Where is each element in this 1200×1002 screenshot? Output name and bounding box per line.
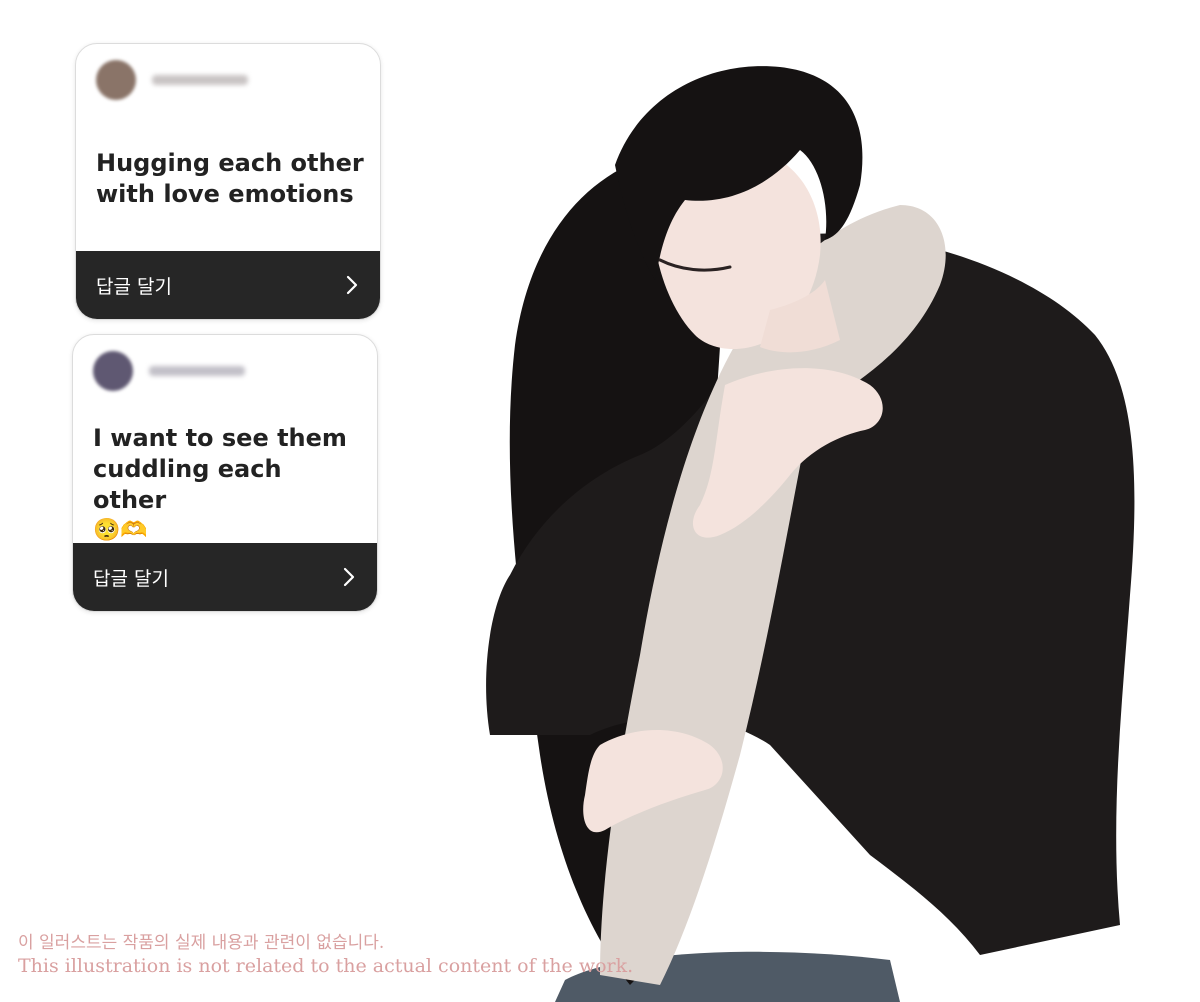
chevron-right-icon (346, 275, 358, 295)
comment-message: I want to see them cuddling each other (93, 424, 347, 514)
reply-label: 답글 달기 (93, 567, 169, 590)
caption-english: This illustration is not related to the … (18, 955, 634, 977)
reply-button[interactable]: 답글 달기 (73, 543, 377, 611)
comment-text: Hugging each other with love emotions (96, 149, 364, 208)
comment-card-2: I want to see them cuddling each other 🥺… (72, 334, 378, 612)
comment-text: I want to see them cuddling each other 🥺… (93, 423, 363, 546)
emoji-reaction: 🥺🫶 (93, 518, 148, 543)
hugging-couple-illustration (486, 66, 1135, 1002)
chevron-right-icon (343, 567, 355, 587)
caption-korean: 이 일러스트는 작품의 실제 내용과 관련이 없습니다. (18, 933, 385, 953)
reply-button[interactable]: 답글 달기 (76, 251, 380, 319)
reply-label: 답글 달기 (96, 275, 172, 298)
avatar (93, 351, 133, 391)
username-blurred (152, 75, 248, 85)
username-blurred (149, 366, 245, 376)
avatar (96, 60, 136, 100)
comment-card-1: Hugging each other with love emotions 답글… (75, 43, 381, 320)
